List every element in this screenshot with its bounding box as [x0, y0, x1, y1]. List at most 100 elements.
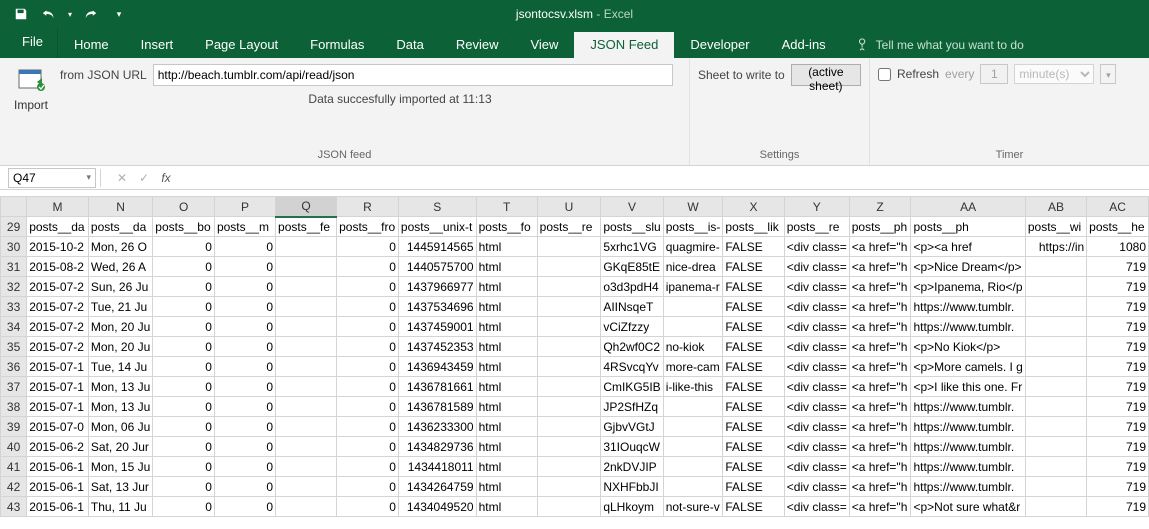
cell[interactable]: Tue, 14 Ju — [88, 357, 152, 377]
cell[interactable]: <a href="h — [849, 397, 911, 417]
cell[interactable]: https://in — [1025, 237, 1086, 257]
cell[interactable]: FALSE — [723, 337, 784, 357]
refresh-checkbox[interactable] — [878, 68, 891, 81]
cell[interactable]: <div class= — [784, 277, 849, 297]
cell[interactable]: <div class= — [784, 337, 849, 357]
cell[interactable]: https://www.tumblr. — [911, 437, 1025, 457]
col-header-U[interactable]: U — [537, 197, 601, 217]
cell[interactable]: 0 — [214, 357, 275, 377]
cell[interactable] — [276, 237, 337, 257]
cell[interactable]: 1434049520 — [398, 497, 476, 517]
row-header-33[interactable]: 33 — [1, 297, 27, 317]
cell[interactable] — [1025, 257, 1086, 277]
cell[interactable] — [276, 417, 337, 437]
row-header-37[interactable]: 37 — [1, 377, 27, 397]
cell[interactable]: Qh2wf0C2 — [601, 337, 663, 357]
cell[interactable]: 0 — [214, 437, 275, 457]
cell[interactable]: <a href="h — [849, 417, 911, 437]
cell[interactable] — [276, 297, 337, 317]
cell[interactable] — [537, 237, 601, 257]
tab-developer[interactable]: Developer — [674, 32, 765, 58]
cell-header[interactable]: posts__m — [214, 217, 275, 237]
cell[interactable] — [537, 297, 601, 317]
select-all-corner[interactable] — [1, 197, 27, 217]
cell[interactable] — [1025, 317, 1086, 337]
cell[interactable]: 2015-07-1 — [27, 397, 89, 417]
cell[interactable]: Thu, 11 Ju — [88, 497, 152, 517]
col-header-W[interactable]: W — [663, 197, 723, 217]
cell[interactable] — [663, 457, 723, 477]
cell[interactable]: 0 — [214, 417, 275, 437]
cell[interactable] — [537, 317, 601, 337]
tab-add-ins[interactable]: Add-ins — [766, 32, 842, 58]
cell[interactable] — [276, 317, 337, 337]
cell[interactable]: 0 — [337, 257, 399, 277]
cell[interactable]: html — [476, 237, 537, 257]
col-header-O[interactable]: O — [153, 197, 215, 217]
cell[interactable]: <div class= — [784, 497, 849, 517]
col-header-N[interactable]: N — [88, 197, 152, 217]
cell[interactable]: vCiZfzzy — [601, 317, 663, 337]
cell[interactable]: Mon, 06 Ju — [88, 417, 152, 437]
cell[interactable]: 1437534696 — [398, 297, 476, 317]
cell-header[interactable]: posts__re — [784, 217, 849, 237]
cell[interactable] — [537, 497, 601, 517]
cell[interactable] — [1025, 477, 1086, 497]
cell[interactable]: https://www.tumblr. — [911, 457, 1025, 477]
cell[interactable]: 0 — [337, 357, 399, 377]
cell[interactable]: <div class= — [784, 237, 849, 257]
cell[interactable]: <div class= — [784, 417, 849, 437]
cell[interactable] — [537, 457, 601, 477]
cell[interactable]: 1436781661 — [398, 377, 476, 397]
cell[interactable]: https://www.tumblr. — [911, 297, 1025, 317]
cell[interactable]: 0 — [153, 337, 215, 357]
cell[interactable]: 0 — [153, 317, 215, 337]
import-button[interactable]: Import — [8, 62, 54, 114]
cell[interactable] — [276, 397, 337, 417]
cell[interactable] — [663, 397, 723, 417]
cell[interactable]: html — [476, 357, 537, 377]
cell-header[interactable]: posts__re — [537, 217, 601, 237]
row-header-43[interactable]: 43 — [1, 497, 27, 517]
row-header-40[interactable]: 40 — [1, 437, 27, 457]
cell[interactable] — [537, 377, 601, 397]
cell[interactable]: <a href="h — [849, 497, 911, 517]
cell[interactable]: https://www.tumblr. — [911, 317, 1025, 337]
cell[interactable]: html — [476, 257, 537, 277]
cell[interactable]: <a href="h — [849, 457, 911, 477]
cell[interactable]: 1445914565 — [398, 237, 476, 257]
row-header-29[interactable]: 29 — [1, 217, 27, 237]
cell[interactable]: 2015-06-1 — [27, 497, 89, 517]
cell[interactable]: 2015-10-2 — [27, 237, 89, 257]
cell[interactable]: GjbvVGtJ — [601, 417, 663, 437]
cell[interactable]: 1440575700 — [398, 257, 476, 277]
cell[interactable]: 0 — [337, 337, 399, 357]
cell[interactable] — [1025, 277, 1086, 297]
cell[interactable] — [1025, 377, 1086, 397]
tab-home[interactable]: Home — [58, 32, 125, 58]
col-header-Z[interactable]: Z — [849, 197, 911, 217]
cell[interactable]: Mon, 26 O — [88, 237, 152, 257]
cell[interactable]: 0 — [214, 297, 275, 317]
cell[interactable]: 5xrhc1VG — [601, 237, 663, 257]
cell[interactable]: 0 — [214, 397, 275, 417]
cell[interactable]: 0 — [337, 377, 399, 397]
name-box-dropdown-icon[interactable]: ▾ — [86, 172, 91, 183]
cell[interactable] — [276, 277, 337, 297]
cell[interactable]: NXHFbbJI — [601, 477, 663, 497]
cell[interactable]: <p>Ipanema, Rio</p — [911, 277, 1025, 297]
cell[interactable]: JP2SfHZq — [601, 397, 663, 417]
cell[interactable]: <div class= — [784, 397, 849, 417]
cell[interactable]: 0 — [337, 417, 399, 437]
cell[interactable]: <div class= — [784, 437, 849, 457]
cell[interactable]: 0 — [337, 277, 399, 297]
cell[interactable]: <div class= — [784, 317, 849, 337]
cell[interactable]: https://www.tumblr. — [911, 417, 1025, 437]
col-header-Y[interactable]: Y — [784, 197, 849, 217]
cell[interactable]: 1437966977 — [398, 277, 476, 297]
cell[interactable]: 2015-07-2 — [27, 277, 89, 297]
cell[interactable]: html — [476, 317, 537, 337]
cell[interactable]: 1434418011 — [398, 457, 476, 477]
cell[interactable] — [663, 437, 723, 457]
cell[interactable]: 719 — [1087, 417, 1149, 437]
